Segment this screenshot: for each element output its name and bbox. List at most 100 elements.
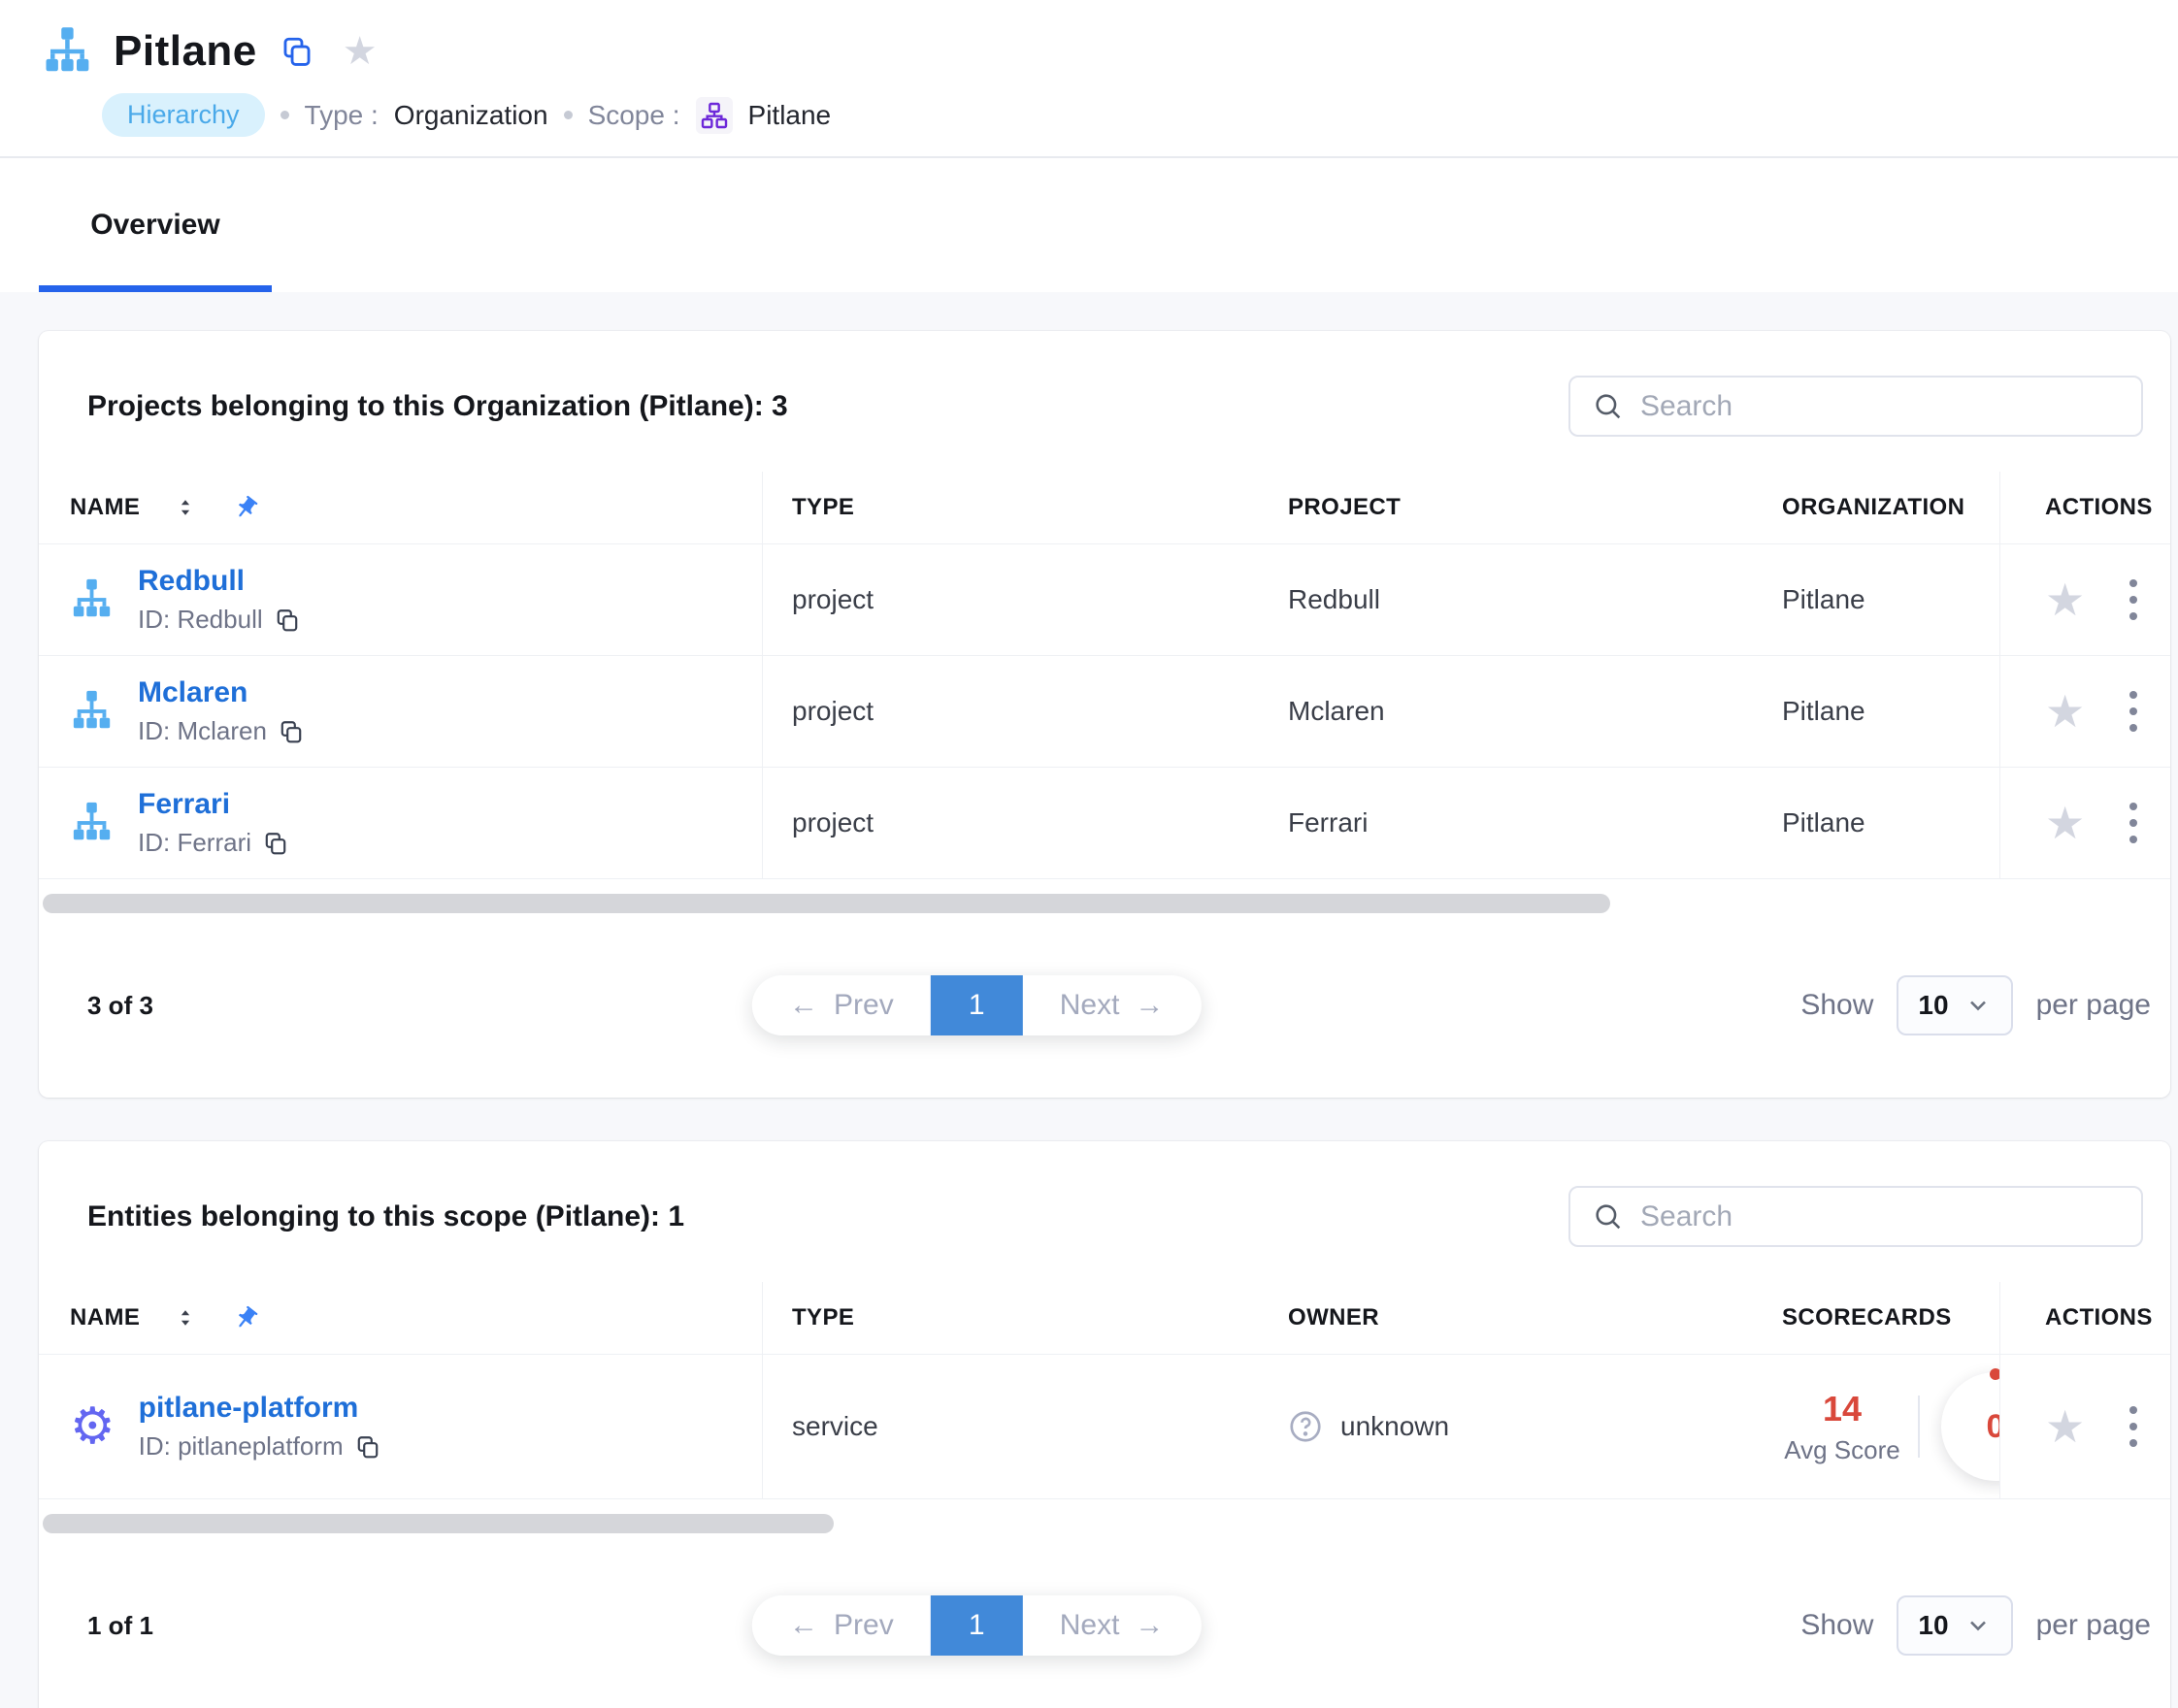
scope-label: Scope : (588, 100, 680, 131)
hierarchy-icon (42, 25, 94, 78)
copy-title-icon[interactable] (280, 35, 314, 68)
sort-icon[interactable] (175, 497, 196, 518)
kebab-menu-icon[interactable] (2126, 799, 2141, 847)
projects-card-title: Projects belonging to this Organization … (87, 390, 788, 423)
entity-id: ID: Redbull (138, 605, 263, 635)
favorite-star-icon[interactable] (2045, 577, 2085, 622)
kebab-menu-icon[interactable] (2126, 687, 2141, 736)
col-type-label: TYPE (763, 472, 1259, 543)
cell-organization: Pitlane (1753, 544, 1999, 655)
entity-name-link[interactable]: Ferrari (138, 788, 288, 821)
cell-organization: Pitlane (1753, 768, 1999, 878)
prev-label: Prev (834, 1609, 894, 1642)
col-name-label: NAME (70, 494, 140, 521)
type-value: Organization (394, 100, 548, 131)
entity-name-link[interactable]: Redbull (138, 565, 300, 598)
divider (1918, 1396, 1920, 1458)
next-label: Next (1060, 1609, 1120, 1642)
scorecard-ring-badge[interactable]: 0 (1941, 1372, 1999, 1481)
page-size-value: 10 (1918, 990, 1948, 1021)
col-name-label: NAME (70, 1304, 140, 1331)
favorite-star-icon[interactable] (343, 32, 378, 71)
prev-label: Prev (834, 989, 894, 1022)
copy-id-icon[interactable] (355, 1434, 380, 1460)
kebab-menu-icon[interactable] (2126, 1402, 2141, 1451)
show-label: Show (1800, 1609, 1873, 1642)
cell-organization: Pitlane (1753, 656, 1999, 767)
type-label: Type : (305, 100, 379, 131)
chevron-down-icon (1964, 992, 1992, 1019)
page-size-select[interactable]: 10 (1897, 975, 2012, 1035)
copy-id-icon[interactable] (279, 719, 304, 744)
entities-card-title: Entities belonging to this scope (Pitlan… (87, 1200, 684, 1233)
projects-search (1568, 376, 2143, 437)
hierarchy-badge: Hierarchy (102, 93, 265, 137)
pager: Prev 1 Next (752, 1595, 1201, 1656)
col-owner-label: OWNER (1259, 1282, 1753, 1354)
cell-type: project (763, 544, 1259, 655)
col-organization-label: ORGANIZATION (1753, 472, 1999, 543)
table-row: Ferrari ID: Ferrari project Ferrari Pitl… (39, 768, 2170, 879)
page-size-value: 10 (1918, 1610, 1948, 1641)
favorite-star-icon[interactable] (2045, 801, 2085, 845)
col-actions-label: ACTIONS (1999, 1282, 2170, 1354)
kebab-menu-icon[interactable] (2126, 575, 2141, 624)
dot-separator (564, 111, 573, 119)
show-label: Show (1800, 989, 1873, 1022)
arrow-right-icon (1135, 1609, 1164, 1642)
arrow-right-icon (1135, 989, 1164, 1022)
page-size-select[interactable]: 10 (1897, 1595, 2012, 1656)
row-count: 1 of 1 (87, 1611, 153, 1641)
sort-icon[interactable] (175, 1307, 196, 1329)
entity-name-link[interactable]: Mclaren (138, 676, 304, 709)
col-actions-label: ACTIONS (1999, 472, 2170, 543)
chevron-down-icon (1964, 1612, 1992, 1639)
table-row: Redbull ID: Redbull project Redbull Pitl… (39, 544, 2170, 656)
entities-search-input[interactable] (1640, 1200, 2120, 1233)
search-icon (1592, 1200, 1625, 1233)
hierarchy-icon (70, 801, 115, 845)
search-icon (1592, 390, 1625, 423)
row-count: 3 of 3 (87, 991, 153, 1021)
pin-icon[interactable] (228, 1299, 265, 1336)
entities-table-header: NAME TYPE OWNER SCORECARDS ACTIONS (39, 1282, 2170, 1355)
entity-id: ID: Ferrari (138, 828, 251, 858)
arrow-left-icon (789, 989, 818, 1022)
main-content: Projects belonging to this Organization … (0, 292, 2178, 1708)
projects-card: Projects belonging to this Organization … (39, 331, 2170, 1098)
entity-id: ID: Mclaren (138, 716, 267, 746)
gear-icon (70, 1401, 116, 1452)
horizontal-scrollbar[interactable] (43, 1514, 834, 1533)
next-page-button[interactable]: Next (1023, 1595, 1202, 1656)
tab-bar: Overview (0, 158, 2178, 292)
cell-type: project (763, 656, 1259, 767)
entities-search (1568, 1186, 2143, 1247)
next-label: Next (1060, 989, 1120, 1022)
page-number-active[interactable]: 1 (931, 975, 1023, 1035)
copy-id-icon[interactable] (275, 608, 300, 633)
projects-table-header: NAME TYPE PROJECT ORGANIZATION ACTIONS (39, 472, 2170, 544)
page-header: Pitlane Hierarchy Type : Organization Sc… (0, 0, 2178, 158)
horizontal-scrollbar[interactable] (43, 894, 1610, 913)
tab-overview[interactable]: Overview (39, 158, 272, 292)
hierarchy-icon (70, 577, 115, 622)
cell-project: Mclaren (1259, 656, 1753, 767)
col-scorecards-label: SCORECARDS (1753, 1282, 1999, 1354)
entity-name-link[interactable]: pitlane-platform (139, 1392, 380, 1425)
next-page-button[interactable]: Next (1023, 975, 1202, 1035)
favorite-star-icon[interactable] (2045, 1404, 2085, 1449)
col-project-label: PROJECT (1259, 472, 1753, 543)
prev-page-button[interactable]: Prev (752, 975, 931, 1035)
pin-icon[interactable] (228, 489, 265, 526)
cell-type: project (763, 768, 1259, 878)
prev-page-button[interactable]: Prev (752, 1595, 931, 1656)
hierarchy-icon (70, 689, 115, 734)
per-page-label: per page (2036, 1609, 2151, 1642)
question-circle-icon[interactable] (1288, 1409, 1323, 1444)
table-row: Mclaren ID: Mclaren project Mclaren Pitl… (39, 656, 2170, 768)
copy-id-icon[interactable] (263, 831, 288, 856)
favorite-star-icon[interactable] (2045, 689, 2085, 734)
projects-search-input[interactable] (1640, 390, 2120, 423)
page-number-active[interactable]: 1 (931, 1595, 1023, 1656)
dot-separator (280, 111, 289, 119)
